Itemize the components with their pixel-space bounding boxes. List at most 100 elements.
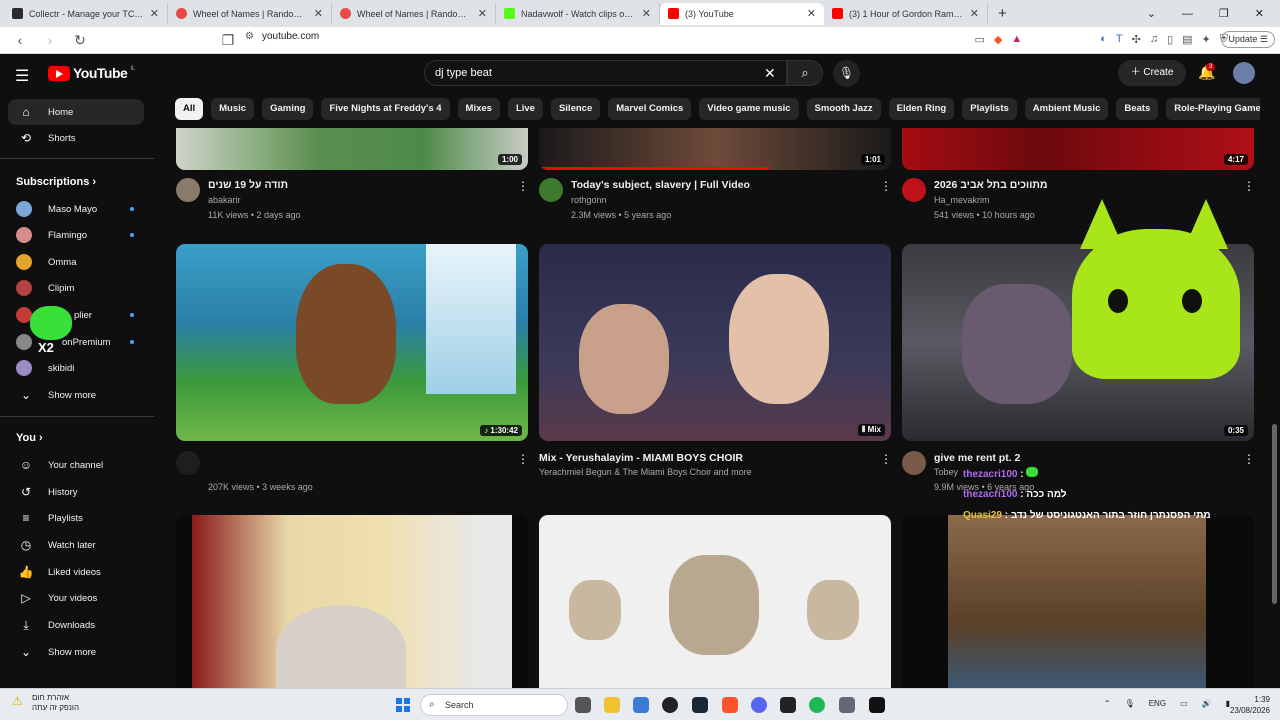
- scrollbar-thumb[interactable]: [1272, 424, 1277, 604]
- brave-shield-icon[interactable]: ◆: [994, 33, 1002, 46]
- weather-widget[interactable]: אזהרת חום הונפק זה עתה: [32, 693, 79, 713]
- create-button[interactable]: ＋ Create: [1118, 60, 1186, 86]
- chip[interactable]: Ambient Music: [1024, 98, 1109, 120]
- chip[interactable]: Live: [507, 98, 543, 120]
- update-button[interactable]: Update ☰: [1221, 31, 1275, 48]
- video-thumbnail[interactable]: ♪ 1:30:42: [176, 244, 528, 441]
- youtube-logo[interactable]: YouTube IL: [48, 65, 135, 81]
- language-indicator[interactable]: ENG: [1149, 699, 1166, 708]
- sidebar-sub-item[interactable]: Omma: [8, 249, 144, 275]
- clear-search-icon[interactable]: ✕: [764, 65, 776, 82]
- browser-tab-active[interactable]: (3) YouTube ✕: [660, 2, 824, 25]
- sidebar-item-history[interactable]: ↺ History: [8, 479, 144, 505]
- channel-name[interactable]: rothgonn: [571, 195, 607, 205]
- chip[interactable]: Smooth Jazz: [806, 98, 881, 120]
- wallet-icon[interactable]: ▤: [1182, 33, 1192, 46]
- mic-icon[interactable]: 🎙: [1125, 699, 1135, 708]
- epic-games-icon[interactable]: [869, 697, 885, 713]
- chip[interactable]: Playlists: [962, 98, 1017, 120]
- sidebar-item-downloads[interactable]: ⤓ Downloads: [8, 612, 144, 638]
- sidebar-item-playlists[interactable]: ≡ Playlists: [8, 505, 144, 531]
- puzzle-icon[interactable]: ✣: [1132, 33, 1141, 46]
- video-thumbnail[interactable]: 1:00: [176, 128, 528, 170]
- sidebar-icon[interactable]: ▯: [1167, 33, 1173, 46]
- chevron-right-icon[interactable]: ›: [1243, 101, 1247, 115]
- search-input[interactable]: dj type beat: [424, 60, 787, 86]
- sidebar-item-your-channel[interactable]: ☺ Your channel: [8, 452, 144, 478]
- app-icon[interactable]: [780, 697, 796, 713]
- music-icon[interactable]: ♫: [1150, 33, 1158, 46]
- browser-tab[interactable]: Wheel of Names | Random name pic✕: [332, 2, 496, 25]
- site-info-icon[interactable]: ⚙: [245, 31, 254, 42]
- tab-close-icon[interactable]: ✕: [478, 7, 487, 20]
- maximize-icon[interactable]: ❐: [1219, 7, 1229, 20]
- file-explorer-icon[interactable]: [604, 697, 620, 713]
- video-thumbnail[interactable]: 4:17: [902, 128, 1254, 170]
- steam-icon[interactable]: [692, 697, 708, 713]
- more-options-icon[interactable]: ⋮: [517, 452, 529, 466]
- brave-icon[interactable]: [722, 697, 738, 713]
- url-field[interactable]: ⚙ youtube.com: [245, 31, 319, 42]
- subscriptions-heading[interactable]: Subscriptions ›: [16, 176, 96, 188]
- tab-close-icon[interactable]: ✕: [314, 7, 323, 20]
- channel-name[interactable]: abakarir: [208, 195, 241, 205]
- video-title[interactable]: give me rent pt. 2: [934, 452, 1020, 464]
- discord-icon[interactable]: [751, 697, 767, 713]
- voice-search-button[interactable]: 🎙: [833, 60, 860, 87]
- channel-avatar[interactable]: [902, 178, 926, 202]
- video-thumbnail[interactable]: [539, 515, 891, 688]
- video-title[interactable]: Today's subject, slavery | Full Video: [571, 179, 750, 191]
- chip[interactable]: Gaming: [262, 98, 314, 120]
- channel-avatar[interactable]: [176, 451, 200, 475]
- taskbar-search[interactable]: Search: [420, 694, 568, 716]
- chevron-up-icon[interactable]: ⌃: [1104, 699, 1111, 708]
- warning-icon[interactable]: ⚠: [12, 694, 23, 708]
- cast-icon[interactable]: ▭: [974, 33, 984, 46]
- chip[interactable]: Silence: [550, 98, 601, 120]
- channel-avatar[interactable]: [902, 451, 926, 475]
- channel-name[interactable]: Tobey: [934, 467, 958, 477]
- leo-icon[interactable]: ✦: [1202, 33, 1211, 46]
- chip[interactable]: Video game music: [699, 98, 799, 120]
- browser-tab[interactable]: (3) 1 Hour of Gordon Ramsey But Th✕: [824, 2, 988, 25]
- video-title[interactable]: Mix - Yerushalayim - MIAMI BOYS CHOIR: [539, 452, 743, 464]
- video-thumbnail[interactable]: 1:01: [539, 128, 891, 170]
- chip[interactable]: Mixes: [457, 98, 500, 120]
- app-icon[interactable]: [662, 697, 678, 713]
- video-thumbnail[interactable]: [902, 515, 1254, 688]
- minimize-icon[interactable]: —: [1182, 8, 1193, 20]
- sidebar-show-more[interactable]: ⌄ Show more: [8, 382, 144, 408]
- spotify-icon[interactable]: [809, 697, 825, 713]
- sidebar-sub-item[interactable]: onPremium: [8, 329, 144, 355]
- chip[interactable]: Beats: [1116, 98, 1159, 120]
- clock[interactable]: 1:39 23/08/2026: [1230, 694, 1270, 716]
- tab-close-icon[interactable]: ✕: [807, 7, 816, 20]
- chip[interactable]: Elden Ring: [888, 98, 955, 120]
- extension-icon[interactable]: ◐: [1100, 33, 1107, 46]
- translate-icon[interactable]: T: [1116, 33, 1123, 46]
- bookmark-icon[interactable]: ❐: [218, 32, 238, 49]
- channel-name[interactable]: Ha_mevakrim: [934, 195, 990, 205]
- sidebar-sub-item[interactable]: Flamingo: [8, 222, 144, 248]
- sidebar-item-your-videos[interactable]: ▷ Your videos: [8, 585, 144, 611]
- more-options-icon[interactable]: ⋮: [880, 452, 892, 466]
- sidebar-sub-item[interactable]: Clipim: [8, 275, 144, 301]
- channel-avatar[interactable]: [539, 178, 563, 202]
- chip-all[interactable]: All: [175, 98, 204, 120]
- video-title[interactable]: תודה על 19 שנים: [208, 179, 288, 191]
- tab-close-icon[interactable]: ✕: [150, 7, 159, 20]
- tab-search-icon[interactable]: ⌄: [1147, 7, 1156, 20]
- network-icon[interactable]: ▭: [1180, 699, 1188, 708]
- browser-tab[interactable]: Collectr - Manage your TCG Portfolio✕: [4, 2, 168, 25]
- chip[interactable]: Five Nights at Freddy's 4: [321, 98, 450, 120]
- close-window-icon[interactable]: ✕: [1255, 7, 1264, 20]
- tab-close-icon[interactable]: ✕: [642, 7, 651, 20]
- sidebar-item-shorts[interactable]: ⟲ Shorts: [8, 125, 144, 151]
- sidebar-item-home[interactable]: ⌂ Home: [8, 99, 144, 125]
- volume-icon[interactable]: 🔊: [1202, 699, 1212, 708]
- rewards-icon[interactable]: ▲: [1011, 33, 1022, 46]
- new-tab-button[interactable]: +: [998, 5, 1007, 22]
- reload-icon[interactable]: ↻: [70, 32, 90, 49]
- sidebar-show-more-you[interactable]: ⌄ Show more: [8, 639, 144, 665]
- sidebar-item-liked-videos[interactable]: 👍 Liked videos: [8, 559, 144, 585]
